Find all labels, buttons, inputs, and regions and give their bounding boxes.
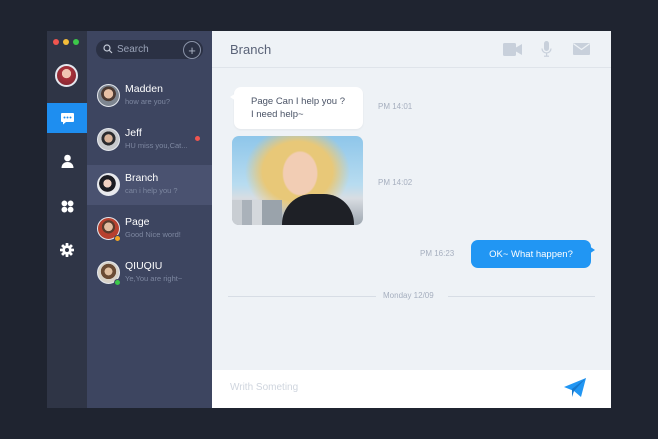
message-time: PM 14:02 — [378, 178, 413, 187]
contact-name: Branch — [125, 172, 159, 184]
contact-preview: HU miss you,Cat... — [125, 141, 188, 150]
search-placeholder: Search — [117, 44, 149, 55]
photo-background — [232, 200, 282, 225]
message-time: PM 14:01 — [378, 102, 413, 111]
chat-header: Branch — [212, 31, 611, 68]
image-message[interactable] — [232, 136, 363, 225]
message-line: Page Can I help you ? — [251, 96, 346, 107]
outgoing-message: OK~ What happen? — [471, 240, 595, 268]
status-badge — [114, 279, 121, 286]
divider-line-left — [228, 296, 376, 297]
mail-icon[interactable] — [573, 43, 590, 55]
window-controls — [53, 39, 79, 45]
contact-name: Madden — [125, 83, 163, 95]
paper-plane-icon[interactable] — [564, 378, 586, 398]
rail-item-chats[interactable] — [47, 103, 87, 133]
message-input[interactable] — [230, 382, 550, 393]
avatar — [97, 173, 120, 196]
avatar — [97, 128, 120, 151]
rail-item-apps[interactable] — [47, 191, 87, 221]
contact-item-branch[interactable]: Branch can i help you ? — [87, 165, 212, 205]
rail-item-settings[interactable] — [47, 235, 87, 265]
contact-name: QIUQIU — [125, 260, 163, 272]
chat-panel: Branch Page Can I help you ? I need help… — [212, 31, 611, 408]
contact-preview: Ye,You are right~ — [125, 274, 183, 283]
message-time: PM 16:23 — [420, 249, 455, 258]
apps-icon — [61, 200, 73, 212]
conversation-list: Search + Madden how are you? Jeff HU mis… — [87, 31, 212, 408]
contact-item-page[interactable]: Page Good Nice word! — [87, 209, 212, 249]
contact-preview: how are you? — [125, 97, 171, 106]
message-line: I need help~ — [251, 109, 304, 120]
contact-name: Page — [125, 216, 150, 228]
message-text: OK~ What happen? — [489, 248, 573, 260]
photo-subject — [282, 194, 354, 225]
incoming-message: Page Can I help you ? I need help~ — [230, 87, 363, 129]
my-avatar[interactable] — [55, 64, 78, 87]
status-badge — [114, 235, 121, 242]
chat-title: Branch — [230, 42, 272, 57]
avatar — [97, 84, 120, 107]
user-icon — [61, 154, 73, 168]
contact-item-qiuqiu[interactable]: QIUQIU Ye,You are right~ — [87, 253, 212, 293]
rail-item-contacts[interactable] — [47, 146, 87, 176]
contact-item-madden[interactable]: Madden how are you? — [87, 76, 212, 116]
unread-indicator — [195, 136, 200, 141]
chat-bubble-icon — [60, 112, 74, 124]
maximize-window-button[interactable] — [73, 39, 79, 45]
gear-icon — [60, 243, 74, 257]
chat-app-window: Search + Madden how are you? Jeff HU mis… — [47, 31, 611, 408]
add-conversation-button[interactable]: + — [183, 41, 201, 59]
navigation-rail — [47, 31, 87, 408]
contact-name: Jeff — [125, 127, 142, 139]
search-icon — [103, 44, 113, 54]
contact-preview: Good Nice word! — [125, 230, 181, 239]
message-composer — [212, 370, 611, 408]
date-divider: Monday 12/09 — [383, 291, 434, 300]
divider-line-right — [448, 296, 595, 297]
close-window-button[interactable] — [53, 39, 59, 45]
minimize-window-button[interactable] — [63, 39, 69, 45]
microphone-icon[interactable] — [541, 41, 552, 57]
contact-item-jeff[interactable]: Jeff HU miss you,Cat... — [87, 120, 212, 160]
contact-preview: can i help you ? — [125, 186, 178, 195]
video-camera-icon[interactable] — [503, 43, 522, 56]
plus-icon: + — [188, 42, 196, 58]
